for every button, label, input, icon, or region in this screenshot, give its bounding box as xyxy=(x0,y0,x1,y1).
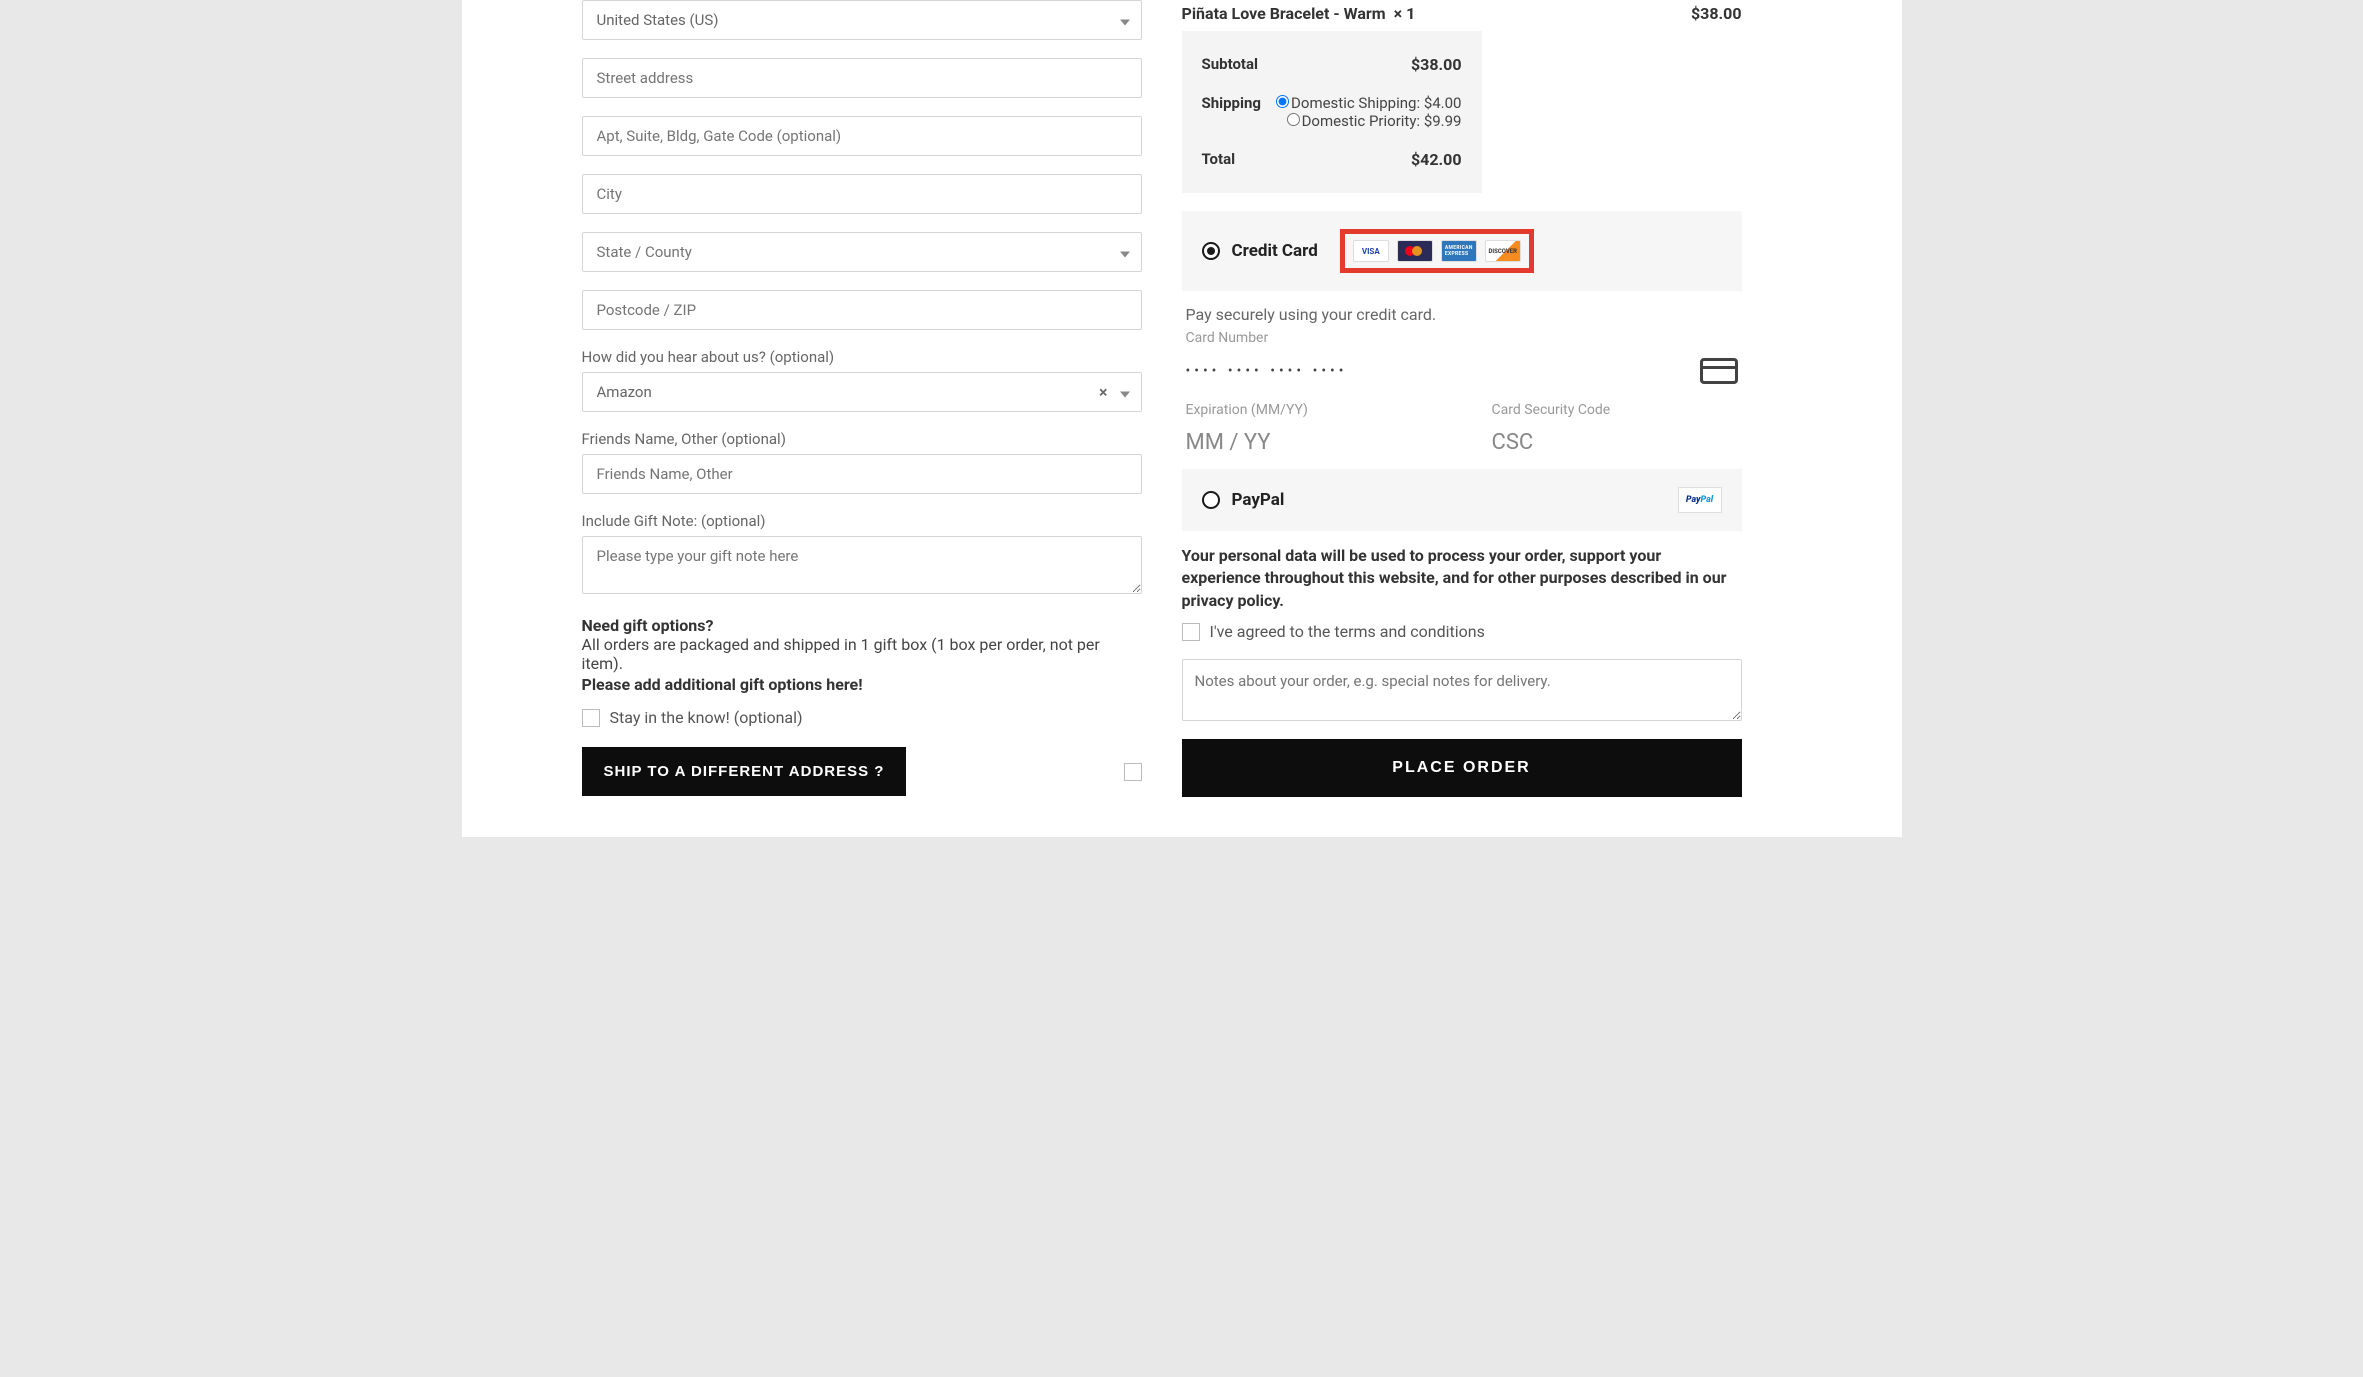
credit-card-icon xyxy=(1700,358,1738,384)
subtotal-label: Subtotal xyxy=(1202,55,1259,73)
terms-label: I've agreed to the terms and conditions xyxy=(1210,622,1485,641)
paypal-icon: PayPal xyxy=(1678,487,1722,513)
street-input[interactable] xyxy=(582,58,1142,98)
ship-different-address-button[interactable]: SHIP TO A DIFFERENT ADDRESS ? xyxy=(582,747,907,796)
payment-paypal[interactable]: PayPal PayPal xyxy=(1182,469,1742,531)
radio-credit-card[interactable] xyxy=(1202,242,1220,260)
subtotal-value: $38.00 xyxy=(1411,55,1462,74)
paypal-label: PayPal xyxy=(1232,490,1285,510)
expiration-input[interactable]: MM / YY xyxy=(1186,422,1432,455)
card-number-label: Card Number xyxy=(1186,330,1738,346)
shipping-option-domestic[interactable]: Domestic Shipping: $4.00 xyxy=(1276,94,1461,112)
gift-options-link[interactable]: Please add additional gift options here! xyxy=(582,675,1142,694)
total-value: $42.00 xyxy=(1411,150,1462,169)
discover-icon: DISCOVER xyxy=(1485,240,1521,262)
hear-about-select[interactable] xyxy=(582,372,1142,412)
csc-input[interactable]: CSC xyxy=(1492,422,1738,455)
place-order-button[interactable]: PLACE ORDER xyxy=(1182,739,1742,797)
state-select[interactable] xyxy=(582,232,1142,272)
order-summary: Subtotal $38.00 Shipping Domestic Shippi… xyxy=(1182,31,1482,193)
visa-icon: VISA xyxy=(1353,240,1389,262)
friends-label: Friends Name, Other (optional) xyxy=(582,430,1142,448)
order-notes-textarea[interactable] xyxy=(1182,659,1742,721)
mastercard-icon xyxy=(1397,240,1433,262)
radio-paypal[interactable] xyxy=(1202,491,1220,509)
newsletter-checkbox[interactable] xyxy=(582,709,600,727)
payment-credit-card[interactable]: Credit Card VISA AMERICANEXPRESS DISCOVE… xyxy=(1182,211,1742,291)
terms-checkbox[interactable] xyxy=(1182,623,1200,641)
order-item-name: Piñata Love Bracelet - Warm × 1 xyxy=(1182,4,1416,23)
credit-card-secure-text: Pay securely using your credit card. xyxy=(1186,305,1738,324)
privacy-policy-text: Your personal data will be used to proce… xyxy=(1182,545,1742,612)
gift-options-text: All orders are packaged and shipped in 1… xyxy=(582,635,1142,673)
hear-about-label: How did you hear about us? (optional) xyxy=(582,348,1142,366)
country-select[interactable] xyxy=(582,0,1142,40)
shipping-option-priority[interactable]: Domestic Priority: $9.99 xyxy=(1276,112,1461,130)
city-input[interactable] xyxy=(582,174,1142,214)
friends-input[interactable] xyxy=(582,454,1142,494)
gift-options-heading: Need gift options? xyxy=(582,616,1142,635)
card-brand-highlight: VISA AMERICANEXPRESS DISCOVER xyxy=(1340,229,1534,273)
clear-icon[interactable]: × xyxy=(1099,383,1108,402)
newsletter-label: Stay in the know! (optional) xyxy=(610,708,803,727)
expiration-label: Expiration (MM/YY) xyxy=(1186,402,1432,418)
gift-note-textarea[interactable] xyxy=(582,536,1142,594)
order-item-price: $38.00 xyxy=(1691,4,1742,23)
total-label: Total xyxy=(1202,150,1236,168)
card-number-input[interactable]: •••• •••• •••• •••• xyxy=(1186,363,1348,379)
csc-label: Card Security Code xyxy=(1492,402,1738,418)
gift-note-label: Include Gift Note: (optional) xyxy=(582,512,1142,530)
shipping-options: Domestic Shipping: $4.00 Domestic Priori… xyxy=(1276,94,1461,130)
shipping-label: Shipping xyxy=(1202,94,1261,112)
apt-input[interactable] xyxy=(582,116,1142,156)
amex-icon: AMERICANEXPRESS xyxy=(1441,240,1477,262)
ship-different-checkbox[interactable] xyxy=(1124,763,1142,781)
credit-card-label: Credit Card xyxy=(1232,241,1318,261)
postcode-input[interactable] xyxy=(582,290,1142,330)
